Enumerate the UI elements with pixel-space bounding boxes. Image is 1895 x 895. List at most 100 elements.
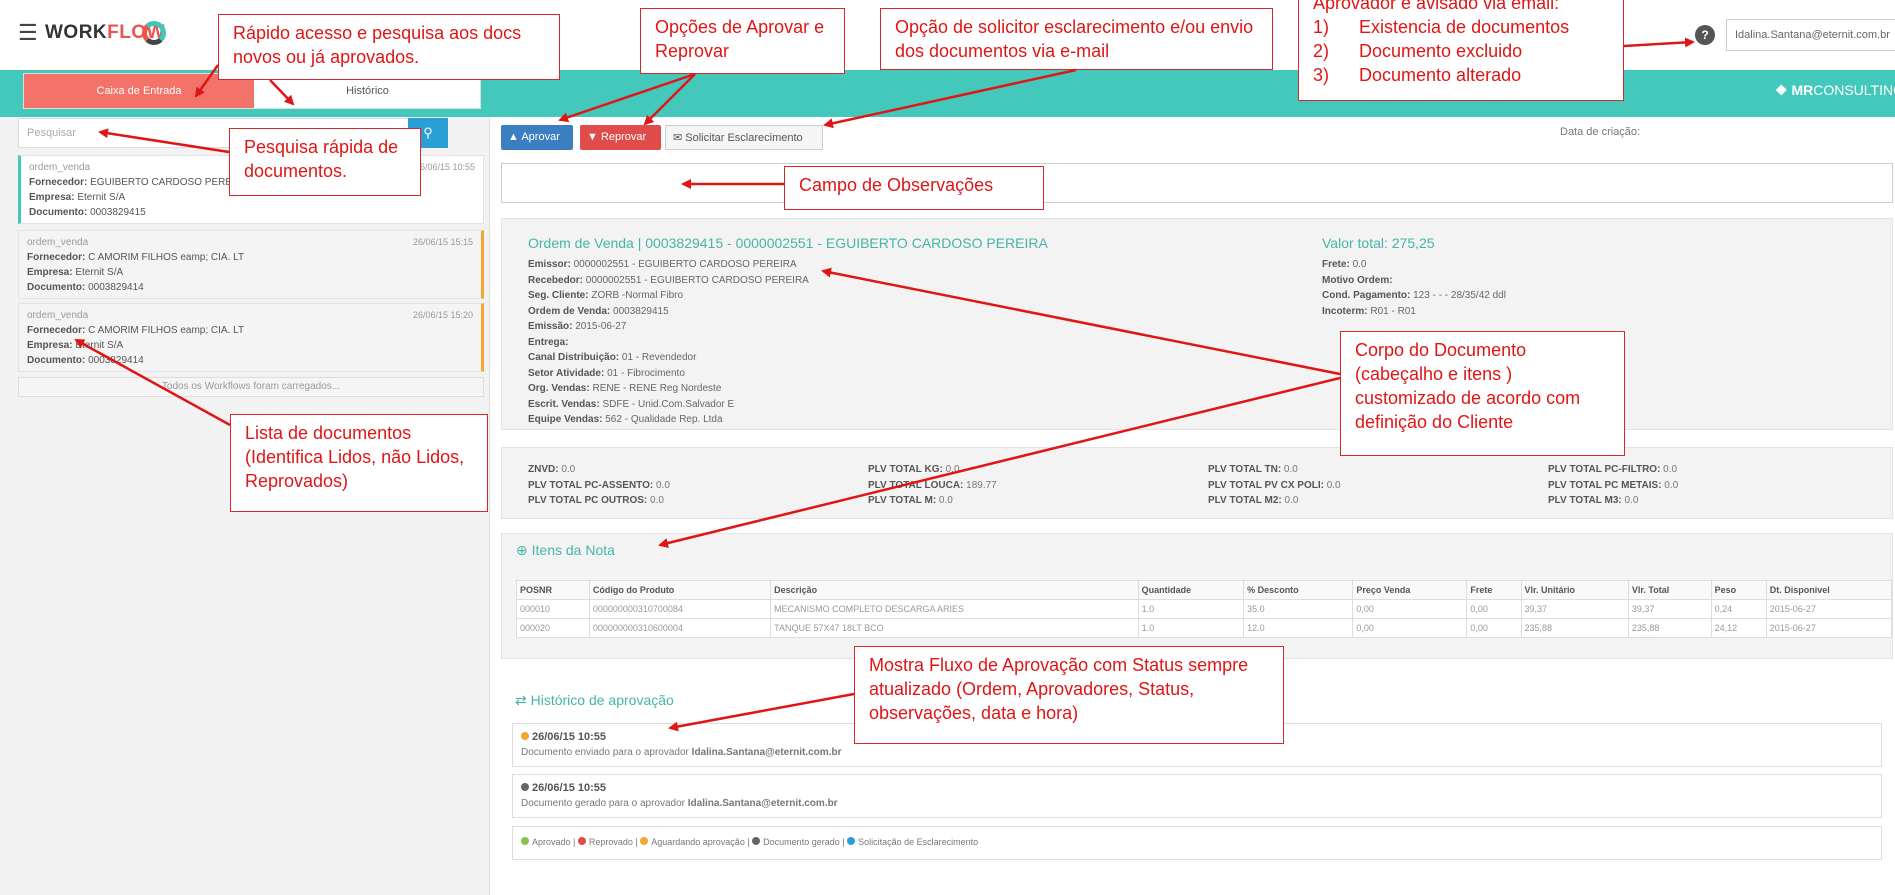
- history-title: ⇄ Histórico de aprovação: [515, 692, 674, 709]
- doc-type: ordem_venda: [27, 237, 89, 248]
- totals-col: ZNVD: 0.0 PLV TOTAL PC-ASSENTO: 0.0 PLV TO…: [528, 462, 670, 509]
- column-header[interactable]: Frete: [1466, 580, 1522, 600]
- notify-item: 3) Documento alterado: [1313, 65, 1522, 85]
- column-header[interactable]: Preço Venda: [1352, 580, 1468, 600]
- doc-company: Eternit S/A: [77, 192, 126, 203]
- items-title[interactable]: ⊕ Itens da Nota: [516, 542, 615, 559]
- totals-panel: ZNVD: 0.0 PLV TOTAL PC-ASSENTO: 0.0 PLV TO…: [501, 447, 1893, 519]
- field-value: 01 - Fibrocimento: [604, 367, 685, 379]
- total-value: 0.0: [1661, 479, 1679, 491]
- label: Fornecedor:: [27, 252, 86, 263]
- column-header[interactable]: Dt. Disponivel: [1765, 580, 1893, 600]
- field-label: Org. Vendas:: [528, 383, 590, 394]
- field-row: Canal Distribuição: 01 - Revendedor: [528, 350, 809, 366]
- total-value: 0.0: [1281, 495, 1299, 506]
- column-header[interactable]: % Desconto: [1243, 580, 1354, 600]
- question-icon[interactable]: ?: [1695, 25, 1715, 45]
- exchange-icon: ⇄: [515, 692, 527, 708]
- total-value: Valor total: 275,25: [1322, 235, 1435, 251]
- doc-number: 0003829415: [90, 207, 146, 218]
- observations-field[interactable]: [501, 163, 1893, 203]
- total-value: 0.0: [942, 464, 960, 475]
- history-user: Idalina.Santana@eternit.com.br: [691, 747, 842, 758]
- total-value: 0.0: [647, 495, 664, 506]
- loaded-status: Todos os Workflows foram carregados...: [18, 377, 484, 397]
- hamburger-icon[interactable]: ☰: [18, 22, 38, 44]
- table-cell: 0,00: [1466, 618, 1522, 638]
- label: Empresa:: [27, 340, 73, 351]
- field-value: SDFE - Unid.Com.Salvador E: [599, 398, 735, 410]
- thumbs-down-icon: ▼: [587, 131, 598, 143]
- callout-observations: Campo de Observações: [784, 166, 1044, 210]
- field-value: 562 - Qualidade Rep. Ltda: [602, 414, 723, 425]
- label: Documento:: [27, 282, 86, 293]
- table-body: 000010 000000000310700084 MECANISMO COMPLE…: [516, 599, 1893, 638]
- field-row: Setor Atividade: 01 - Fibrocimento: [528, 366, 809, 382]
- envelope-icon: ✉: [673, 132, 683, 144]
- field-label: Seg. Cliente:: [528, 290, 589, 301]
- plus-circle-icon: ⊕: [516, 542, 528, 558]
- table-cell: 0,24: [1710, 599, 1767, 619]
- approve-button[interactable]: ▲ Aprovar: [501, 125, 573, 150]
- totals-col: PLV TOTAL PC-FILTRO: 0.0 PLV TOTAL PC MET…: [1548, 462, 1678, 509]
- history-title-text: Histórico de aprovação: [530, 692, 674, 708]
- doc-company: Eternit S/A: [75, 340, 124, 351]
- field-value: 0.0: [1349, 259, 1367, 270]
- table-row: 000020 000000000310600004 TANQUE 57X47 18L…: [516, 618, 1893, 638]
- callout-email-notify: Aprovador é avisado via email: 1) Existe…: [1298, 0, 1624, 101]
- total-row: PLV TOTAL PC METAIS: 0.0: [1548, 478, 1678, 494]
- table-cell: 235,88: [1627, 618, 1712, 638]
- field-row: Entrega:: [528, 335, 809, 351]
- total-label: PLV TOTAL M2:: [1208, 495, 1282, 506]
- field-label: Ordem de Venda:: [528, 305, 611, 317]
- column-header[interactable]: Peso: [1710, 580, 1767, 600]
- column-header[interactable]: Quantidade: [1137, 580, 1245, 600]
- list-item[interactable]: ordem_venda 26/06/15 15:15 Fornecedor: C…: [18, 230, 484, 299]
- total-row: PLV TOTAL PC-FILTRO: 0.0: [1548, 462, 1678, 478]
- total-row: PLV TOTAL PC-ASSENTO: 0.0: [528, 478, 670, 494]
- field-row: Escrit. Vendas: SDFE - Unid.Com.Salvador…: [528, 397, 809, 413]
- column-header[interactable]: Descrição: [770, 580, 1139, 600]
- legend-separator: |: [839, 837, 848, 847]
- callout-doc-body: Corpo do Documento (cabeçalho e itens ) …: [1340, 331, 1625, 456]
- brand-light: CONSULTING: [1813, 82, 1895, 98]
- mr-logo-icon: ❖ MRCONSULTING: [1775, 82, 1895, 99]
- totals-col: PLV TOTAL KG: 0.0 PLV TOTAL LOUCA: 189.77…: [868, 462, 997, 509]
- status-dot-icon: [752, 837, 761, 845]
- field-value: 01 - Revendedor: [619, 352, 697, 363]
- column-header[interactable]: Código do Produto: [588, 580, 772, 600]
- field-label: Incoterm:: [1322, 305, 1368, 317]
- clarify-button[interactable]: ✉ Solicitar Esclarecimento: [665, 125, 823, 150]
- total-row: PLV TOTAL LOUCA: 189.77: [868, 478, 997, 494]
- table-cell: 000010: [516, 599, 590, 619]
- status-dot-icon: [521, 837, 529, 845]
- doc-number: 0003829414: [88, 355, 144, 366]
- field-value: R01 - R01: [1367, 305, 1416, 317]
- table-cell: MECANISMO COMPLETO DESCARGA ARIES: [770, 599, 1139, 619]
- field-row: Frete: 0.0: [1322, 257, 1506, 273]
- table-cell: 000000000310600004: [588, 618, 772, 638]
- label: Empresa:: [27, 267, 73, 278]
- table-cell: 12.0: [1243, 618, 1354, 638]
- status-dot-icon: [847, 837, 856, 845]
- column-header[interactable]: POSNR: [516, 580, 590, 600]
- callout-clarify: Opção de solicitor esclarecimento e/ou e…: [880, 8, 1273, 70]
- table-cell: 2015-06-27: [1765, 618, 1893, 638]
- table-cell: 2015-06-27: [1765, 599, 1893, 619]
- history-text: Documento gerado para o aprovador: [521, 798, 685, 809]
- total-row: PLV TOTAL M3: 0.0: [1548, 493, 1678, 509]
- list-item[interactable]: ordem_venda 26/06/15 15:20 Fornecedor: C…: [18, 303, 484, 372]
- field-label: Emissão:: [528, 321, 573, 332]
- column-header[interactable]: Vlr. Unitário: [1520, 580, 1629, 600]
- field-value: 123 - - - 28/35/42 ddl: [1410, 290, 1506, 301]
- user-menu[interactable]: Idalina.Santana@eternit.com.br: [1726, 19, 1895, 51]
- field-row: Incoterm: R01 - R01: [1322, 304, 1506, 320]
- field-label: Recebedor:: [528, 274, 584, 286]
- brand-bold: MR: [1791, 82, 1814, 98]
- label: Empresa:: [29, 192, 75, 203]
- reject-button[interactable]: ▼ Reprovar: [580, 125, 661, 150]
- column-header[interactable]: Vlr. Total: [1627, 580, 1712, 600]
- label: Documento:: [29, 207, 88, 218]
- callout-doc-list: Lista de documentos (Identifica Lidos, n…: [230, 414, 488, 512]
- legend-label: Aguardando aprovação: [651, 837, 745, 847]
